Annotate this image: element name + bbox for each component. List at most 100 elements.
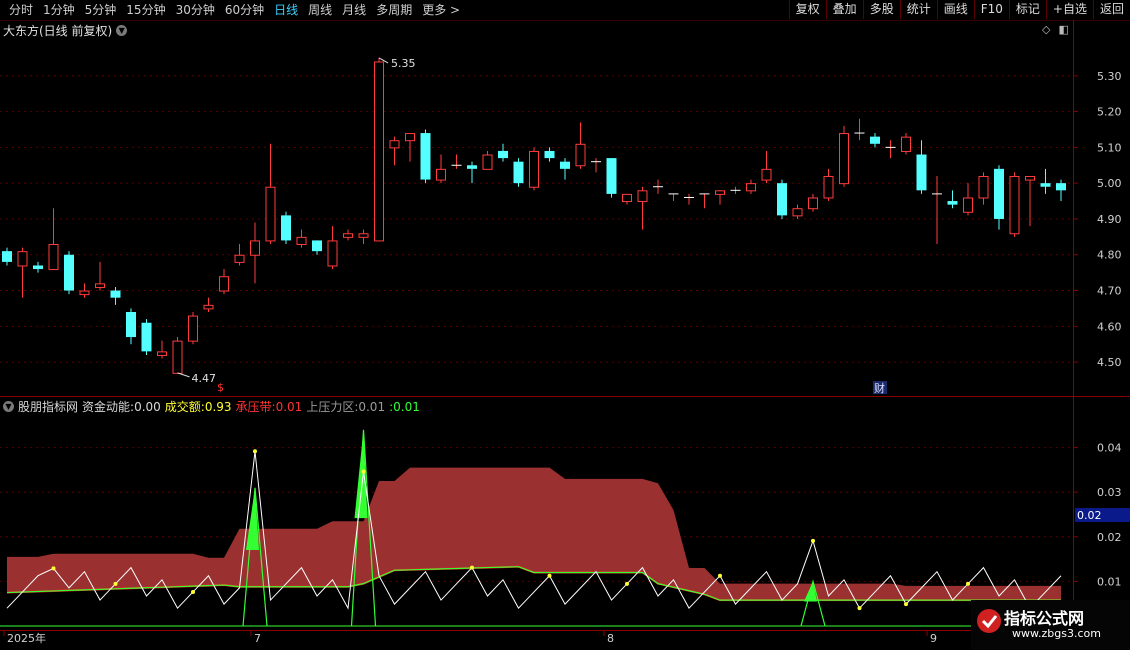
turnover-dot [361,469,366,474]
candle-body-up [1025,176,1035,181]
turnover-dot [470,565,474,570]
price-tick-label: 4.50 [1097,356,1122,369]
legend-fund-momentum: 资金动能:0.00 [82,400,161,414]
candle-body-down [1040,183,1051,187]
legend-green-line: :0.01 [389,399,420,414]
turnover-dot [51,566,56,571]
price-tick-label: 4.80 [1097,249,1122,262]
pressure-band-area [7,467,1061,601]
candle-body-up [343,233,353,238]
finance-marker: 财 [874,381,885,395]
candle-body-down [141,322,152,352]
price-tick-label: 5.00 [1097,177,1122,190]
indicator-tick-label: 0.02 [1097,531,1122,544]
candle-body-up [761,168,772,181]
current-value-label: 0.02 [1077,509,1102,522]
candle-body-down [33,265,43,270]
candle-body-up [901,136,911,152]
indicator-tick-label: 0.03 [1097,486,1122,499]
candle-body-up [358,233,369,238]
price-tick-label: 4.60 [1097,320,1122,333]
candle-body-up [234,254,245,263]
x-tick-label: 8 [607,632,614,645]
candle-body-up [389,140,400,149]
price-tick-label: 4.70 [1097,285,1122,298]
turnover-dot [966,581,970,586]
candle-body-up [839,133,849,185]
candle-body-down [916,154,927,191]
candle-body-up [637,190,648,203]
turnover-dot [625,581,629,586]
candle-body-down [1056,183,1066,191]
candle-body-down [281,215,291,241]
candle-body-up [529,150,539,188]
watermark-title: 指标公式网 [1004,609,1085,628]
chevron-down-icon[interactable]: ▼ [3,401,14,412]
candle-body-up [327,240,338,267]
candle-body-up [296,236,307,245]
candle-body-up [188,315,198,342]
candle-body-down [110,290,121,298]
candle-body-down [560,161,570,169]
site-logo-icon [977,609,1001,633]
candle-body-up [17,251,28,267]
price-tick-label: 5.20 [1097,106,1122,119]
low-pointer [177,372,190,378]
candle-body-up [172,340,183,374]
kline-chart[interactable]: 5.35 4.47$ 财 5.30 5.20 5.10 5.00 4.90 4.80 4.70 4… [0,0,1130,650]
candle-body-up [203,304,214,310]
candle-body-up [808,197,818,210]
candle-body-down [606,158,617,194]
price-tick-label: 5.30 [1097,70,1122,83]
turnover-dot [718,573,722,578]
turnover-dot [857,606,862,611]
candle-body-up [374,61,384,242]
candle-body-down [126,312,136,338]
candle-body-down [467,165,477,169]
indicator-name: 股朋指标网 [18,400,79,414]
candle-body-up [823,176,834,199]
candle-body-down [2,251,12,262]
candle-body-up [157,351,167,356]
candle-body-up [792,208,803,217]
candle-body-up [250,240,260,256]
candle-body-up [1009,176,1020,235]
low-label: 4.47 [192,372,217,385]
indicator-tick-label: 0.04 [1097,442,1122,455]
candle-body-up [95,283,105,288]
candle-body-up [436,168,446,181]
turnover-dot [191,589,195,594]
candle-body-up [575,143,586,167]
candle-body-up [622,193,632,203]
candle-body-down [64,254,74,291]
candle-body-down [544,150,555,159]
candle-body-up [963,197,973,213]
green-spike-fill [354,429,368,519]
watermark-url: www.zbgs3.com [1012,627,1101,640]
candle-body-down [777,183,787,216]
legend-turnover: 成交额:0.93 [164,400,232,414]
turnover-dot [547,573,552,578]
legend-upper-pressure: 上压力区:0.01 [306,400,386,414]
candle-body-down [947,201,958,205]
candle-body-up [48,244,59,271]
x-tick-label: 9 [930,632,937,645]
turnover-dot [904,602,908,607]
price-tick-label: 5.10 [1097,141,1122,154]
candle-body-down [513,161,524,184]
indicator-legend: ▼ 股朋指标网 资金动能:0.00 成交额:0.93 承压带:0.01 上压力区… [3,398,420,415]
candle-body-up [715,190,725,195]
x-tick-label: 7 [254,632,261,645]
price-tick-label: 4.90 [1097,213,1122,226]
candle-body-down [420,133,431,180]
candle-body-up [405,133,415,142]
candle-body-up [746,183,756,192]
candle-body-down [498,150,508,159]
high-label: 5.35 [391,57,416,70]
candle-body-up [978,176,989,199]
turnover-dot [113,581,118,586]
turnover-dot [811,538,815,543]
legend-pressure-band: 承压带:0.01 [235,400,303,414]
candle-body-down [994,168,1004,219]
dividend-marker: $ [217,381,224,394]
